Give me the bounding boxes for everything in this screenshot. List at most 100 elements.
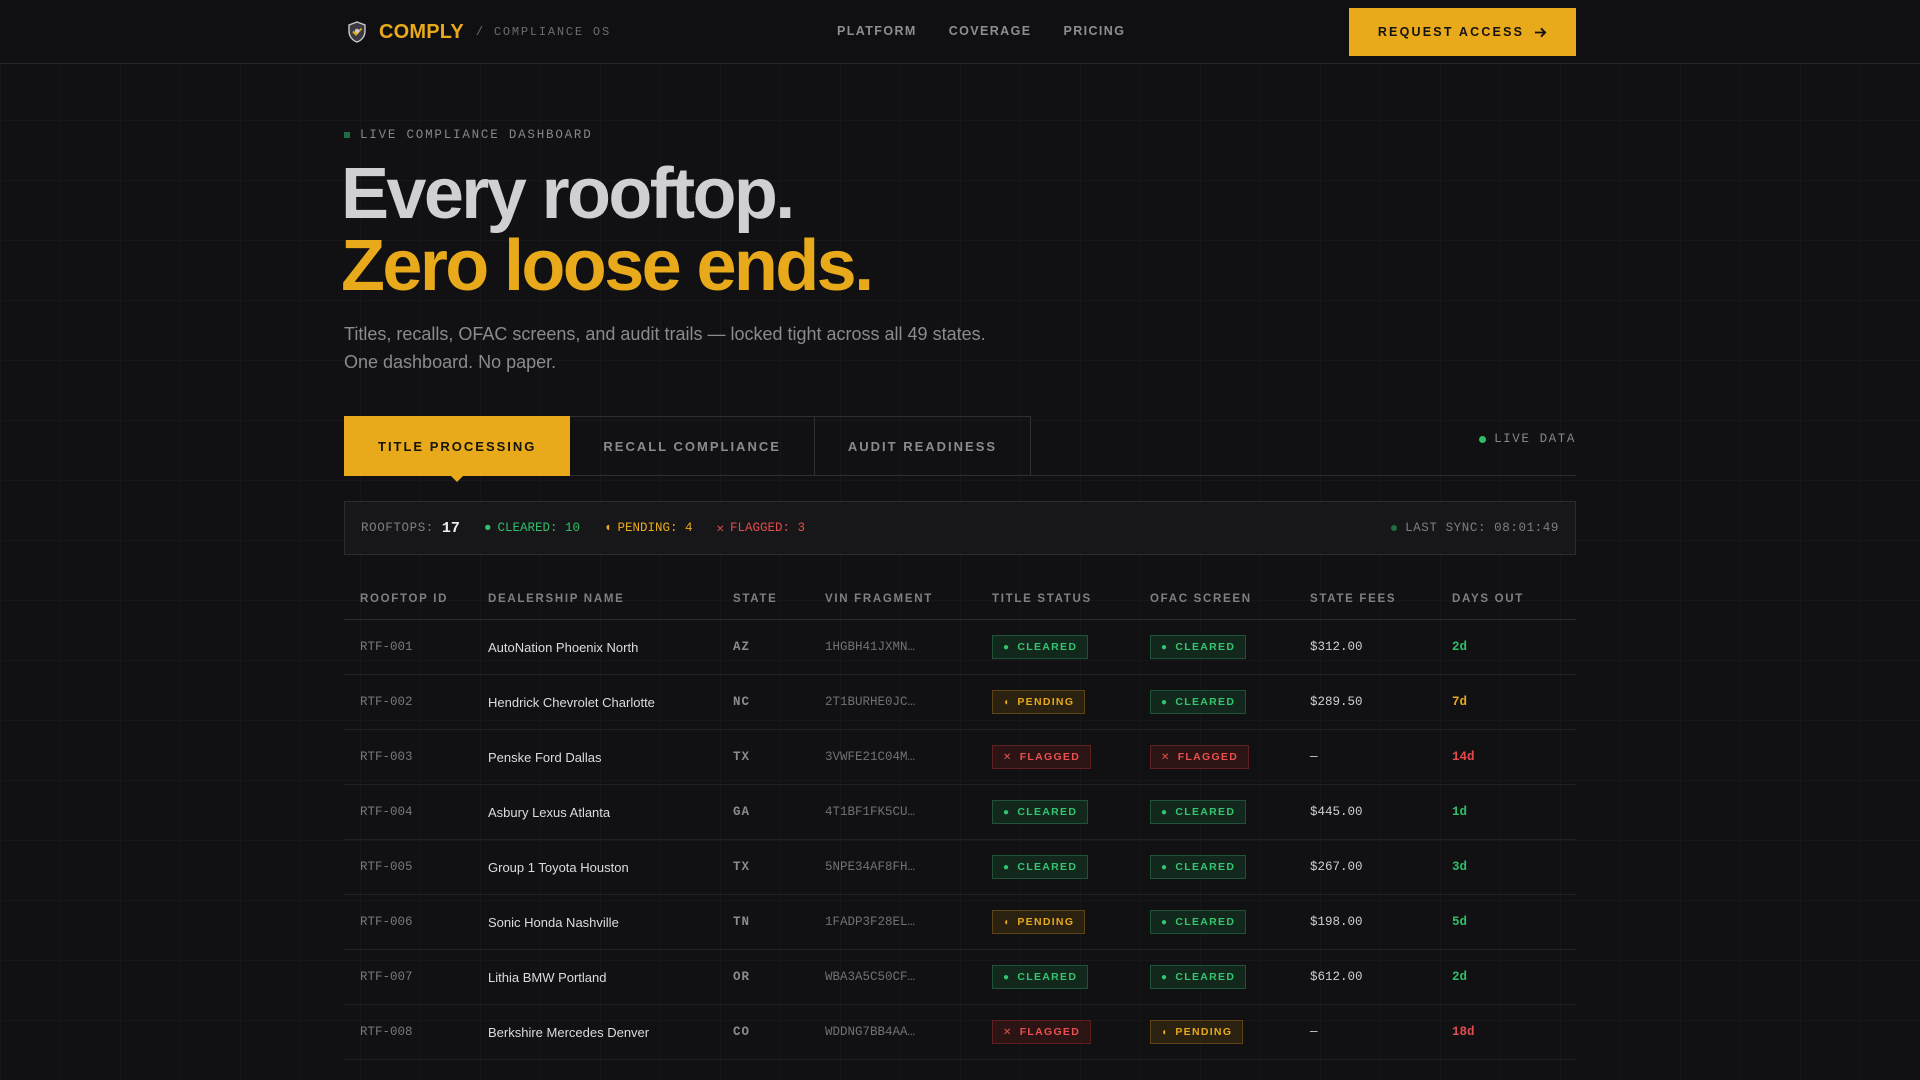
column-header-vin-fragment[interactable]: VIN FRAGMENT <box>825 593 992 605</box>
days-out: 7d <box>1452 695 1468 709</box>
eyebrow: LIVE COMPLIANCE DASHBOARD <box>344 128 593 142</box>
tab-recall-compliance[interactable]: RECALL COMPLIANCE <box>570 416 815 476</box>
half-diamond-icon: ◖ <box>1161 1026 1169 1038</box>
ofac-screen-text: CLEARED <box>1175 861 1236 873</box>
dot-icon: ● <box>483 521 492 535</box>
dealership-name[interactable]: Penske Ford Dallas <box>488 750 733 765</box>
table-row[interactable]: RTF-003 Penske Ford Dallas TX 3VWFE21C04M… ✕… <box>344 730 1576 785</box>
nav-link-pricing[interactable]: PRICING <box>1063 24 1125 38</box>
half-diamond-icon: ◖ <box>1003 696 1011 708</box>
ofac-screen-cell: ● CLEARED <box>1150 800 1310 824</box>
ofac-screen-cell: ● CLEARED <box>1150 855 1310 879</box>
dot-icon: ● <box>1003 806 1011 818</box>
title-status-cell: ● CLEARED <box>992 965 1150 989</box>
tab-title-processing[interactable]: TITLE PROCESSING <box>344 416 571 482</box>
rooftop-table: ROOFTOP ID DEALERSHIP NAME STATE VIN FRA… <box>344 578 1576 1060</box>
ofac-screen-text: CLEARED <box>1175 971 1236 983</box>
ofac-screen-text: CLEARED <box>1175 696 1236 708</box>
table-row[interactable]: RTF-002 Hendrick Chevrolet Charlotte NC 2T1… <box>344 675 1576 730</box>
table-row[interactable]: RTF-004 Asbury Lexus Atlanta GA 4T1BF1FK5CU… <box>344 785 1576 840</box>
days-out: 5d <box>1452 915 1468 929</box>
title-status-cell: ● CLEARED <box>992 800 1150 824</box>
dealership-name[interactable]: Hendrick Chevrolet Charlotte <box>488 695 733 710</box>
title-status-text: CLEARED <box>1017 641 1078 653</box>
dealership-name[interactable]: Asbury Lexus Atlanta <box>488 805 733 820</box>
title-status-text: CLEARED <box>1017 806 1078 818</box>
column-header-ofac-screen[interactable]: OFAC SCREEN <box>1150 593 1310 605</box>
title-status-text: FLAGGED <box>1019 1026 1081 1038</box>
dot-icon: ● <box>1003 641 1011 653</box>
hero-lede: Titles, recalls, OFAC screens, and audit… <box>344 320 1044 376</box>
dealership-name[interactable]: Berkshire Mercedes Denver <box>488 1025 733 1040</box>
rooftop-id: RTF-007 <box>360 970 413 984</box>
dealership-name[interactable]: Sonic Honda Nashville <box>488 915 733 930</box>
ofac-screen-text: FLAGGED <box>1177 751 1239 763</box>
state-fee: $612.00 <box>1310 970 1363 984</box>
state-code: OR <box>733 970 751 984</box>
hero-title-line-2: Zero loose ends. <box>341 226 874 306</box>
state-fee: $267.00 <box>1310 860 1363 874</box>
state-fee: $289.50 <box>1310 695 1363 709</box>
dot-icon: ● <box>1161 861 1169 873</box>
brand-logo-link[interactable]: COMPLY / COMPLIANCE OS <box>345 20 611 44</box>
vin-fragment: WBA3A5C50CF… <box>825 970 916 984</box>
ofac-screen-badge: ● CLEARED <box>1150 855 1247 879</box>
ofac-screen-cell: ● CLEARED <box>1150 910 1310 934</box>
days-out: 14d <box>1452 750 1475 764</box>
dealership-name[interactable]: AutoNation Phoenix North <box>488 640 733 655</box>
vin-fragment: 1FADP3F28EL… <box>825 915 916 929</box>
eyebrow-text: LIVE COMPLIANCE DASHBOARD <box>360 128 593 142</box>
column-header-dealership-name[interactable]: DEALERSHIP NAME <box>488 593 733 605</box>
arrow-right-icon <box>1535 27 1547 37</box>
dot-icon: ● <box>1003 861 1011 873</box>
ofac-screen-cell: ● CLEARED <box>1150 635 1310 659</box>
table-row[interactable]: RTF-005 Group 1 Toyota Houston TX 5NPE34AF8… <box>344 840 1576 895</box>
column-header-days-out[interactable]: DAYS OUT <box>1452 593 1576 605</box>
ofac-screen-text: CLEARED <box>1175 916 1236 928</box>
dealership-name[interactable]: Lithia BMW Portland <box>488 970 733 985</box>
x-icon: ✕ <box>1003 1026 1013 1038</box>
live-data-indicator: LIVE DATA <box>1479 432 1576 446</box>
live-data-label: LIVE DATA <box>1494 432 1576 446</box>
dealership-name[interactable]: Group 1 Toyota Houston <box>488 860 733 875</box>
nav-link-platform[interactable]: PLATFORM <box>837 24 917 38</box>
last-sync: LAST SYNC: 08:01:49 <box>1391 521 1559 535</box>
request-access-button[interactable]: REQUEST ACCESS <box>1349 8 1576 56</box>
table-row[interactable]: RTF-008 Berkshire Mercedes Denver CO WDDNG7… <box>344 1005 1576 1060</box>
rooftops-count: 17 <box>441 519 460 537</box>
title-status-cell: ● CLEARED <box>992 855 1150 879</box>
vin-fragment: 4T1BF1FK5CU… <box>825 805 916 819</box>
flagged-stat: ✕ FLAGGED: 3 <box>717 520 806 536</box>
column-header-state-fees[interactable]: STATE FEES <box>1310 593 1452 605</box>
state-fee: $198.00 <box>1310 915 1363 929</box>
vin-fragment: 2T1BURHE0JC… <box>825 695 916 709</box>
dot-icon: ● <box>1161 806 1169 818</box>
column-header-rooftop-id[interactable]: ROOFTOP ID <box>344 593 488 605</box>
title-status-cell: ◖ PENDING <box>992 910 1150 934</box>
tab-list: TITLE PROCESSING RECALL COMPLIANCE AUDIT… <box>344 416 1576 482</box>
shield-logo-icon <box>348 21 366 43</box>
state-fee: — <box>1310 1025 1318 1039</box>
state-fee: $312.00 <box>1310 640 1363 654</box>
title-status-text: PENDING <box>1017 916 1075 928</box>
ofac-screen-text: CLEARED <box>1175 806 1236 818</box>
vin-fragment: 1HGBH41JXMN… <box>825 640 916 654</box>
table-row[interactable]: RTF-006 Sonic Honda Nashville TN 1FADP3F28E… <box>344 895 1576 950</box>
column-header-state[interactable]: STATE <box>733 593 825 605</box>
rooftop-id: RTF-004 <box>360 805 413 819</box>
table-row[interactable]: RTF-001 AutoNation Phoenix North AZ 1HGBH41… <box>344 620 1576 675</box>
x-icon: ✕ <box>716 522 725 536</box>
tab-audit-readiness[interactable]: AUDIT READINESS <box>814 416 1032 476</box>
rooftop-id: RTF-006 <box>360 915 413 929</box>
nav-link-coverage[interactable]: COVERAGE <box>949 24 1032 38</box>
table-row[interactable]: RTF-007 Lithia BMW Portland OR WBA3A5C50CF…… <box>344 950 1576 1005</box>
column-header-title-status[interactable]: TITLE STATUS <box>992 593 1150 605</box>
state-code: NC <box>733 695 751 709</box>
title-status-badge: ● CLEARED <box>992 965 1089 989</box>
state-code: CO <box>733 1025 751 1039</box>
live-dot-icon <box>1479 435 1487 443</box>
state-code: TN <box>733 915 751 929</box>
ofac-screen-text: PENDING <box>1175 1026 1233 1038</box>
state-fee: $445.00 <box>1310 805 1363 819</box>
title-status-cell: ◖ PENDING <box>992 690 1150 714</box>
